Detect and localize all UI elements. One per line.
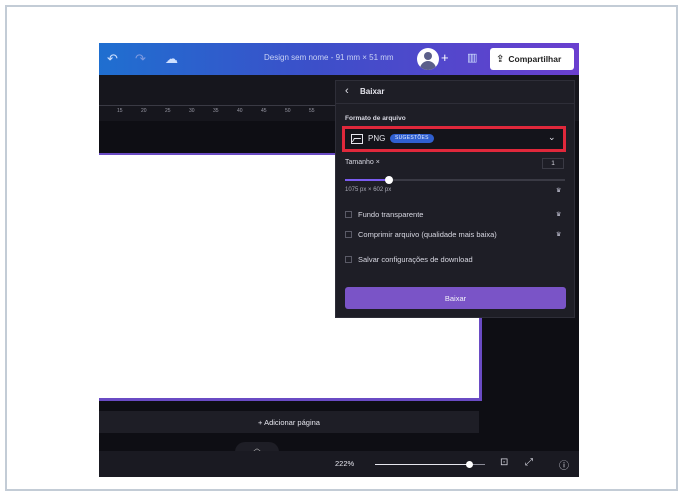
ruler-tick: 35 bbox=[213, 108, 219, 114]
file-format-value: PNG bbox=[368, 134, 386, 143]
zoom-slider[interactable] bbox=[375, 461, 485, 468]
ruler-tick: 40 bbox=[237, 108, 243, 114]
panel-title: Baixar bbox=[360, 87, 385, 96]
option-label: Comprimir arquivo (qualidade mais baixa) bbox=[358, 230, 497, 239]
size-slider-handle[interactable] bbox=[385, 176, 393, 184]
option-save-settings[interactable]: Salvar configurações de download bbox=[345, 254, 567, 266]
option-transparent-bg[interactable]: Fundo transparente ♛ bbox=[345, 209, 567, 221]
ruler-tick: 45 bbox=[261, 108, 267, 114]
zoom-slider-handle[interactable] bbox=[465, 461, 473, 468]
ruler-tick: 30 bbox=[189, 108, 195, 114]
back-chevron-icon[interactable]: ‹ bbox=[345, 85, 349, 97]
design-title[interactable]: Design sem nome - 91 mm × 51 mm bbox=[264, 53, 394, 62]
option-label: Salvar configurações de download bbox=[358, 255, 473, 264]
share-upload-icon: ⇪ bbox=[496, 53, 505, 65]
size-slider[interactable] bbox=[345, 176, 565, 184]
size-slider-fill bbox=[345, 179, 389, 181]
file-format-label: Formato de arquivo bbox=[345, 115, 406, 122]
save-settings-checkbox[interactable] bbox=[345, 256, 352, 263]
chevron-down-icon: ⌄ bbox=[548, 132, 556, 142]
invite-plus-icon[interactable]: + bbox=[441, 50, 449, 65]
ruler: 15 20 25 30 35 40 45 50 55 bbox=[99, 105, 339, 120]
cloud-sync-icon[interactable]: ☁ bbox=[165, 51, 178, 67]
panel-header: ‹ Baixar bbox=[336, 81, 574, 104]
download-button[interactable]: Baixar bbox=[345, 287, 566, 309]
dimensions-readout: 1075 px × 602 px bbox=[345, 187, 392, 193]
avatar[interactable] bbox=[417, 48, 439, 70]
bottom-bar: 222% ⊡ ⤢ ⓘ bbox=[99, 451, 579, 477]
share-button[interactable]: ⇪ Compartilhar bbox=[490, 48, 574, 70]
ruler-tick: 55 bbox=[309, 108, 315, 114]
undo-icon[interactable]: ↶ bbox=[107, 51, 118, 67]
page-count-icon[interactable]: ⊡ bbox=[500, 457, 508, 468]
option-compress-file[interactable]: Comprimir arquivo (qualidade mais baixa)… bbox=[345, 229, 567, 241]
premium-crown-icon: ♛ bbox=[556, 188, 562, 194]
fullscreen-icon[interactable]: ⤢ bbox=[525, 457, 533, 468]
image-icon bbox=[351, 134, 363, 144]
transparent-bg-checkbox[interactable] bbox=[345, 211, 352, 218]
ruler-tick: 50 bbox=[285, 108, 291, 114]
add-page-button[interactable]: + Adicionar página bbox=[99, 411, 479, 433]
ruler-tick: 25 bbox=[165, 108, 171, 114]
screenshot-frame: ↶ ↷ ☁ Design sem nome - 91 mm × 51 mm + … bbox=[5, 5, 678, 491]
file-format-select[interactable]: PNG SUGESTÕES ⌄ bbox=[342, 126, 566, 152]
ruler-tick: 15 bbox=[117, 108, 123, 114]
option-label: Fundo transparente bbox=[358, 210, 424, 219]
avatar-head bbox=[424, 52, 432, 60]
insights-chart-icon[interactable]: ▥ bbox=[467, 51, 477, 64]
ruler-tick: 20 bbox=[141, 108, 147, 114]
premium-crown-icon: ♛ bbox=[556, 232, 562, 238]
top-bar: ↶ ↷ ☁ Design sem nome - 91 mm × 51 mm + … bbox=[99, 43, 579, 75]
help-icon[interactable]: ⓘ bbox=[559, 457, 569, 472]
compress-file-checkbox[interactable] bbox=[345, 231, 352, 238]
redo-icon[interactable]: ↷ bbox=[135, 51, 146, 67]
download-panel: ‹ Baixar Formato de arquivo PNG SUGESTÕE… bbox=[335, 80, 575, 318]
suggestions-badge: SUGESTÕES bbox=[390, 134, 434, 143]
size-label: Tamanho × bbox=[345, 159, 380, 166]
avatar-body bbox=[420, 61, 436, 70]
share-label: Compartilhar bbox=[508, 54, 562, 64]
zoom-slider-fill bbox=[375, 464, 469, 465]
premium-crown-icon: ♛ bbox=[556, 212, 562, 218]
size-input[interactable]: 1 bbox=[542, 158, 564, 169]
zoom-level[interactable]: 222% bbox=[335, 459, 354, 468]
